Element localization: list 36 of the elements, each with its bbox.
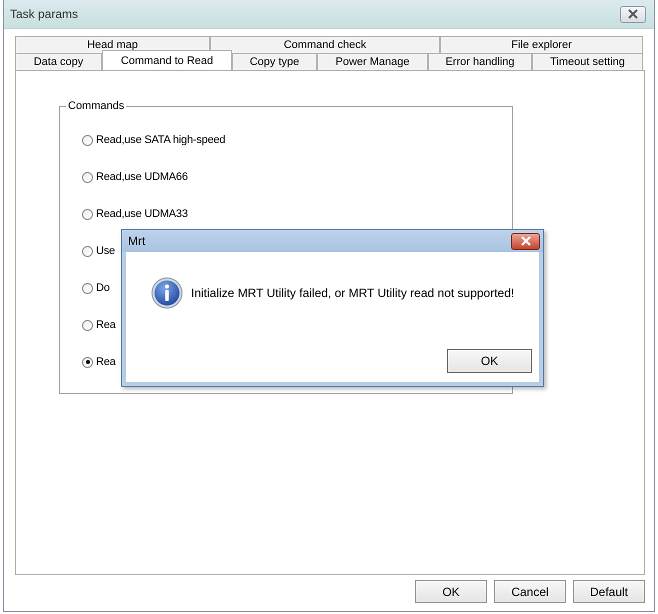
close-icon — [520, 236, 532, 246]
option-label: Use — [96, 245, 115, 257]
group-title: Commands — [66, 100, 126, 112]
tab[interactable]: Copy type — [232, 53, 317, 70]
option-label: Rea — [96, 356, 116, 368]
option-label: Do — [96, 282, 110, 294]
close-button[interactable] — [620, 6, 646, 22]
radio-button[interactable] — [82, 246, 93, 256]
radio-button[interactable] — [82, 356, 93, 368]
tab[interactable]: Command check — [210, 36, 440, 53]
radio-button[interactable] — [82, 320, 93, 330]
radio-button[interactable] — [82, 134, 93, 146]
close-button[interactable] — [511, 232, 540, 250]
close-icon — [627, 9, 639, 19]
option-label: Read,use UDMA33 — [96, 208, 188, 220]
option-label: Read,use UDMA66 — [96, 171, 188, 183]
tab[interactable]: Command to Read — [102, 50, 232, 70]
dialog-message: Initialize MRT Utility failed, or MRT Utility read not supported! — [191, 286, 514, 300]
tab[interactable]: File explorer — [440, 36, 643, 53]
default-button[interactable]: Default — [573, 580, 645, 603]
window-title: Task params — [10, 7, 78, 21]
option-label: Read,use SATA high-speed — [96, 134, 226, 146]
radio-button[interactable] — [82, 208, 93, 220]
radio-button[interactable] — [82, 172, 93, 182]
tab[interactable]: Error handling — [428, 53, 532, 70]
ok-button[interactable]: OK — [447, 349, 532, 373]
radio-button[interactable] — [82, 282, 93, 294]
option-label: Rea — [96, 319, 116, 331]
ok-button[interactable]: OK — [415, 580, 487, 603]
info-icon — [151, 277, 183, 309]
tab[interactable]: Data copy — [15, 53, 102, 70]
cancel-button[interactable]: Cancel — [494, 580, 566, 603]
tab[interactable]: Timeout setting — [532, 53, 643, 70]
dialog-title: Mrt — [128, 234, 146, 248]
tab[interactable]: Power Manage — [317, 53, 428, 70]
tab[interactable]: Head map — [15, 36, 210, 53]
